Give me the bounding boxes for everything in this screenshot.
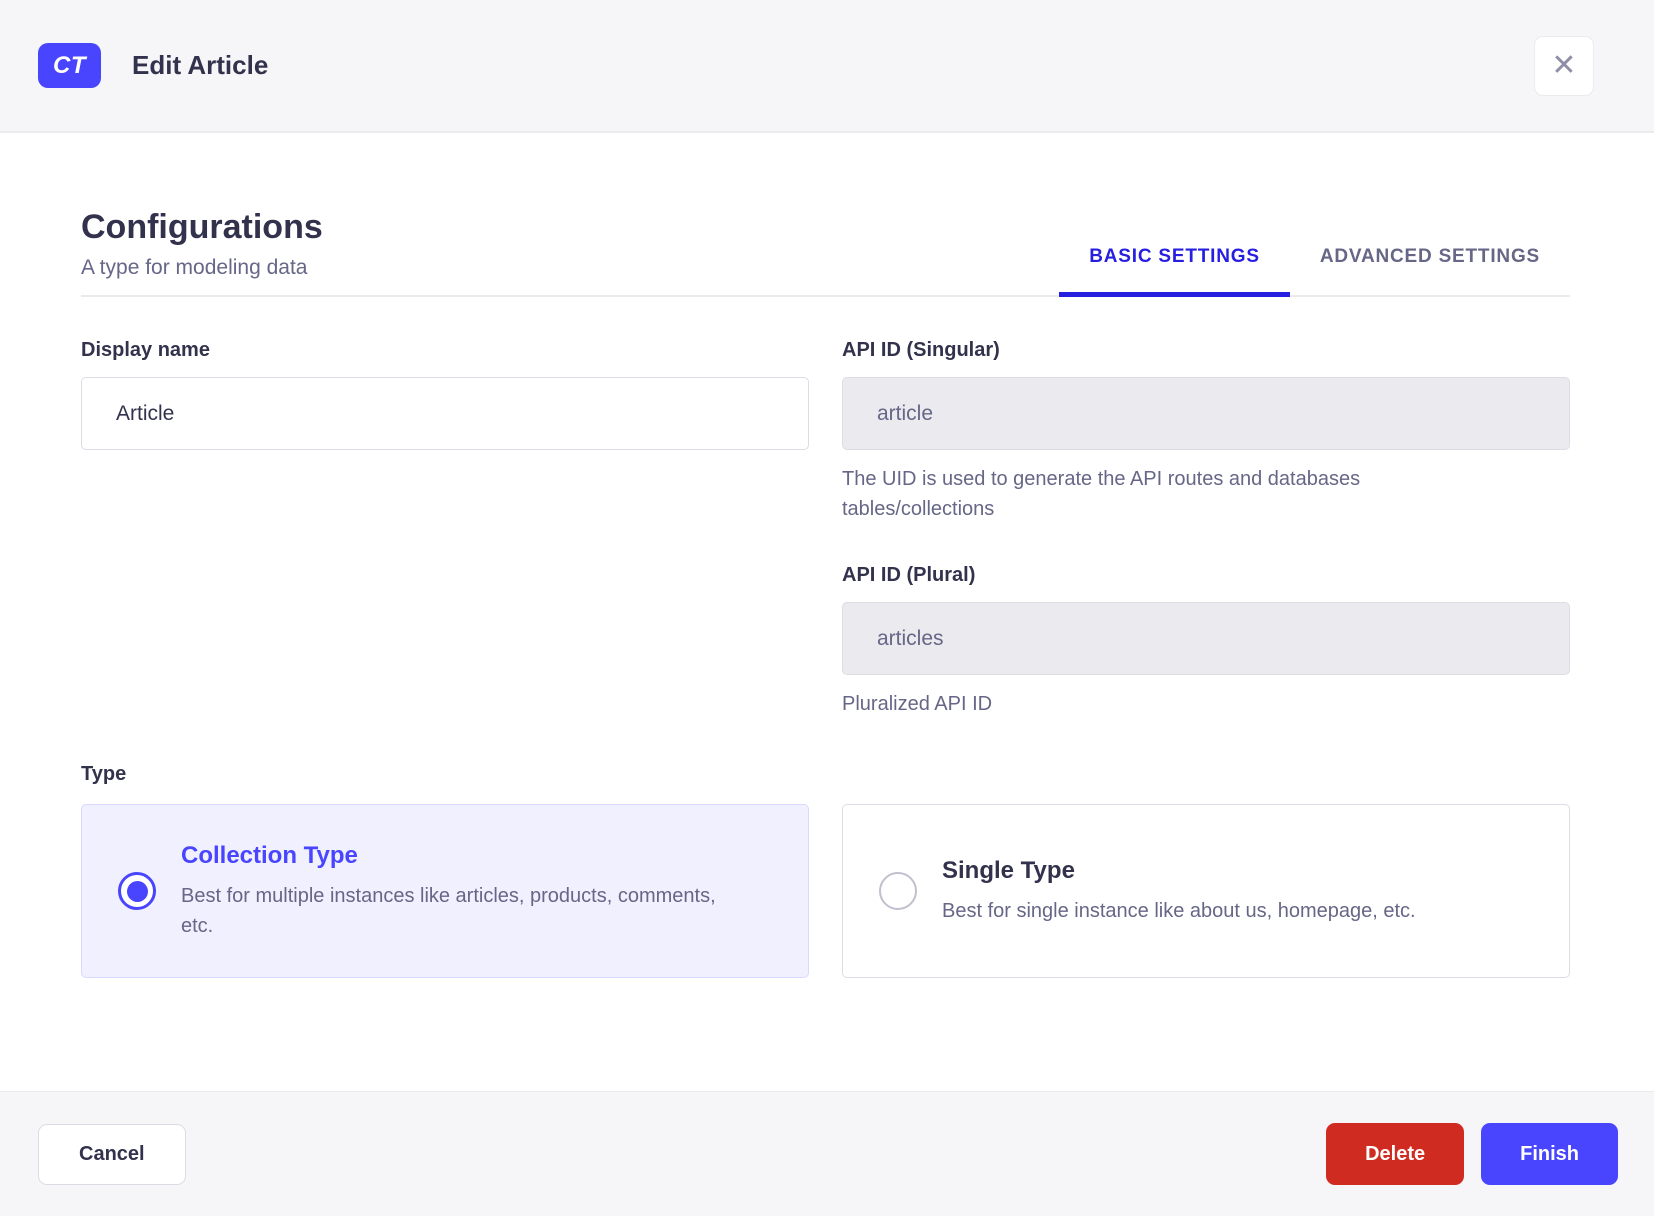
section-head: Configurations A type for modeling data <box>81 208 323 295</box>
display-name-field: Display name <box>81 339 809 450</box>
option-description: Best for single instance like about us, … <box>942 899 1416 922</box>
option-title: Collection Type <box>181 841 358 869</box>
close-button[interactable]: ✕ <box>1534 35 1594 96</box>
modal-body: Configurations A type for modeling data … <box>0 133 1654 1091</box>
radio-dot <box>888 881 909 902</box>
settings-tabs: BASIC SETTINGS ADVANCED SETTINGS <box>1059 226 1570 297</box>
api-id-singular-input <box>842 377 1570 450</box>
configuration-form: Display name API ID (Singular) The UID i… <box>81 339 1570 719</box>
section-header-row: Configurations A type for modeling data … <box>81 208 1570 297</box>
option-description: Best for multiple instances like article… <box>181 884 716 937</box>
type-options: Collection Type Best for multiple instan… <box>81 804 1570 978</box>
option-single-type[interactable]: Single Type Best for single instance lik… <box>842 804 1570 978</box>
option-text: Single Type Best for single instance lik… <box>942 857 1416 926</box>
display-name-input[interactable] <box>81 377 809 450</box>
modal-header: CT Edit Article ✕ <box>0 0 1654 133</box>
finish-button[interactable]: Finish <box>1481 1123 1618 1185</box>
option-collection-type[interactable]: Collection Type Best for multiple instan… <box>81 804 809 978</box>
radio-dot <box>126 880 148 902</box>
radio-selected-icon[interactable] <box>118 872 156 910</box>
close-icon: ✕ <box>1551 48 1577 82</box>
api-id-plural-field: API ID (Plural) Pluralized API ID <box>842 564 1570 719</box>
api-id-singular-label: API ID (Singular) <box>842 339 1000 361</box>
api-id-plural-input <box>842 602 1570 675</box>
radio-unselected-icon[interactable] <box>879 872 917 910</box>
delete-button[interactable]: Delete <box>1326 1123 1465 1185</box>
modal-footer: Cancel Delete Finish <box>0 1091 1654 1216</box>
modal-title: Edit Article <box>132 50 269 80</box>
api-id-plural-label: API ID (Plural) <box>842 564 976 586</box>
page-title: Configurations <box>81 208 323 246</box>
option-text: Collection Type Best for multiple instan… <box>181 842 741 941</box>
option-title: Single Type <box>942 856 1075 884</box>
api-id-singular-hint: The UID is used to generate the API rout… <box>842 468 1361 520</box>
display-name-label: Display name <box>81 339 210 361</box>
form-column-left: Display name <box>81 339 809 719</box>
api-id-singular-field: API ID (Singular) The UID is used to gen… <box>842 339 1570 524</box>
page-subtitle: A type for modeling data <box>81 256 308 279</box>
type-label: Type <box>81 763 127 785</box>
type-section: Type Collection Type Best for multiple i… <box>81 763 1570 978</box>
tab-advanced-settings[interactable]: ADVANCED SETTINGS <box>1290 226 1570 297</box>
content-type-badge: CT <box>38 43 101 88</box>
api-id-plural-hint: Pluralized API ID <box>842 693 993 715</box>
tab-basic-settings[interactable]: BASIC SETTINGS <box>1059 226 1290 297</box>
cancel-button[interactable]: Cancel <box>38 1123 186 1185</box>
form-column-right: API ID (Singular) The UID is used to gen… <box>842 339 1570 719</box>
